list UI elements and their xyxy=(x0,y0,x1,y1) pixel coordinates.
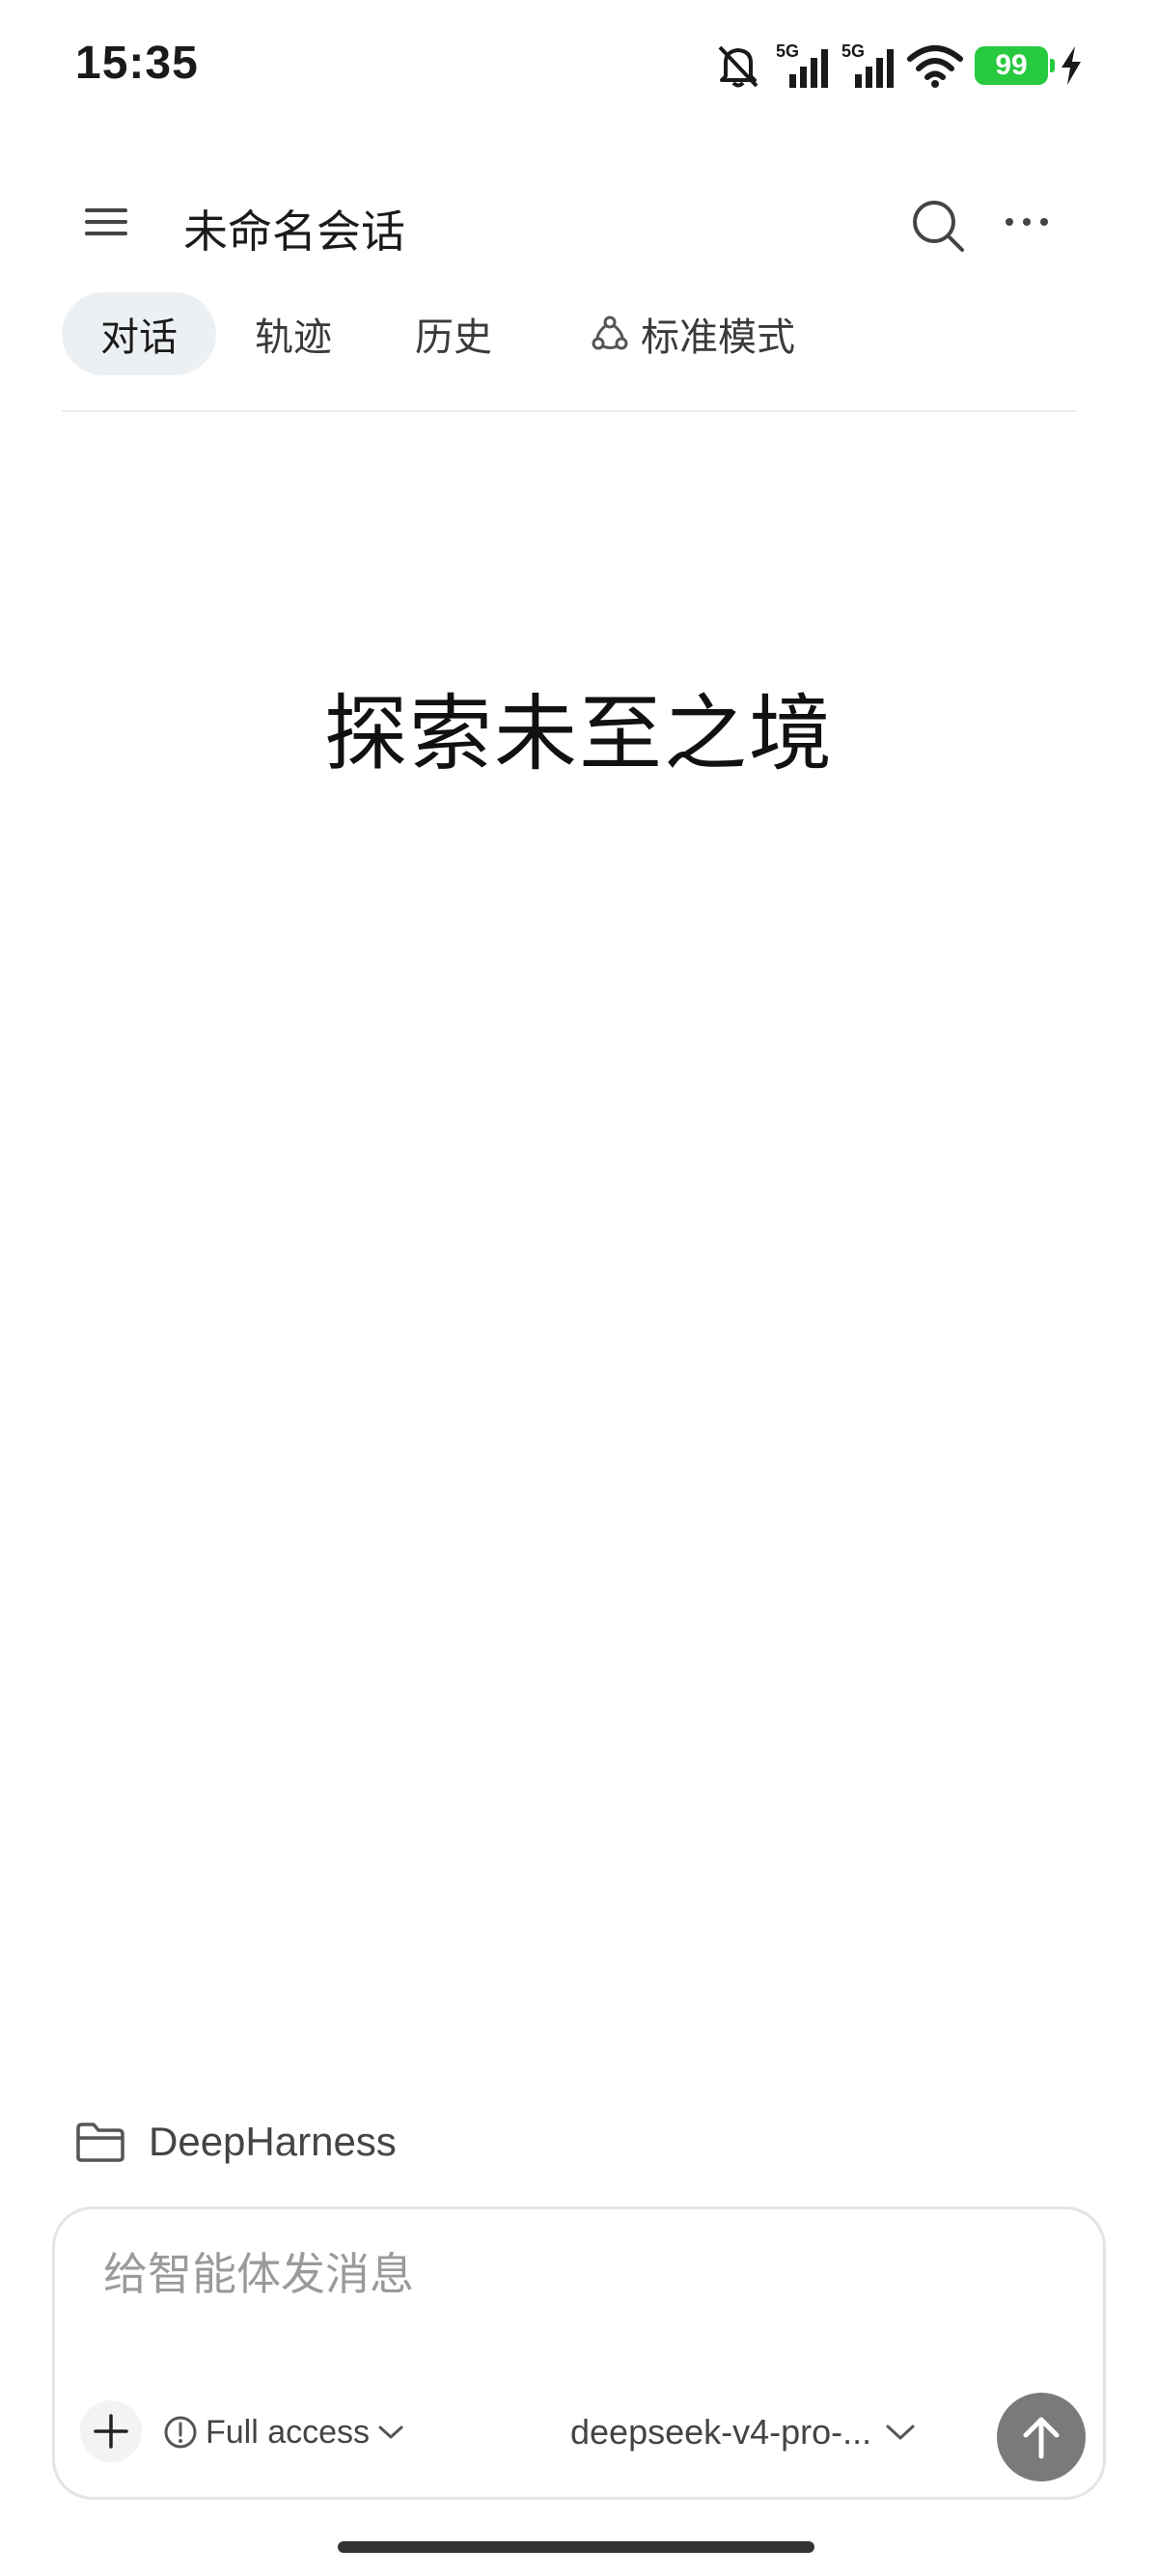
access-level-label: Full access xyxy=(206,2413,371,2451)
status-icons: 5G 5G 99 xyxy=(712,39,1083,93)
battery-level: 99 xyxy=(995,49,1028,81)
app-header: 未命名会话 xyxy=(0,183,1158,260)
network-type-label: 5G xyxy=(841,41,865,61)
network-type-label: 5G xyxy=(776,41,799,61)
mode-selector[interactable]: 标准模式 xyxy=(591,292,795,375)
charging-icon xyxy=(1062,46,1081,85)
model-dropdown[interactable]: deepseek-v4-pro-... xyxy=(570,2410,916,2454)
message-composer: Full access deepseek-v4-pro-... xyxy=(52,2206,1106,2500)
info-icon xyxy=(164,2416,197,2449)
tab-chat[interactable]: 对话 xyxy=(62,292,216,375)
tab-trace[interactable]: 轨迹 xyxy=(226,292,361,375)
tab-bar: 对话 轨迹 历史 标准模式 xyxy=(62,292,1077,412)
attach-button[interactable] xyxy=(80,2400,142,2462)
hero-title: 探索未至之境 xyxy=(324,686,834,782)
model-label: deepseek-v4-pro-... xyxy=(570,2412,872,2452)
wifi-icon xyxy=(907,45,963,88)
access-level-dropdown[interactable]: Full access xyxy=(163,2410,404,2454)
search-icon xyxy=(913,201,964,252)
search-button[interactable] xyxy=(907,195,971,259)
workspace-name: DeepHarness xyxy=(149,2119,397,2164)
home-indicator[interactable] xyxy=(338,2541,814,2553)
mute-icon xyxy=(718,45,758,88)
message-input[interactable] xyxy=(103,2240,1049,2308)
battery-icon: 99 xyxy=(975,46,1055,85)
menu-button[interactable] xyxy=(77,195,135,249)
workspace-selector[interactable]: DeepHarness xyxy=(75,2119,397,2165)
mode-icon xyxy=(592,315,628,350)
hamburger-menu-icon xyxy=(85,208,127,235)
chevron-down-icon xyxy=(886,2425,915,2440)
signal-icon: 5G xyxy=(841,41,894,88)
arrow-up-icon xyxy=(1023,2417,1060,2459)
signal-icon: 5G xyxy=(776,41,828,88)
send-button[interactable] xyxy=(997,2393,1086,2481)
status-time: 15:35 xyxy=(75,38,199,89)
more-icon xyxy=(1006,218,1048,226)
chevron-down-icon xyxy=(378,2425,403,2439)
folder-icon xyxy=(76,2123,124,2162)
page-title: 未命名会话 xyxy=(183,206,405,258)
tab-history[interactable]: 历史 xyxy=(386,292,521,375)
more-button[interactable] xyxy=(998,195,1056,249)
plus-icon xyxy=(94,2414,128,2449)
status-bar: 15:35 5G 5G 99 xyxy=(0,0,1158,135)
mode-label: 标准模式 xyxy=(641,315,795,360)
